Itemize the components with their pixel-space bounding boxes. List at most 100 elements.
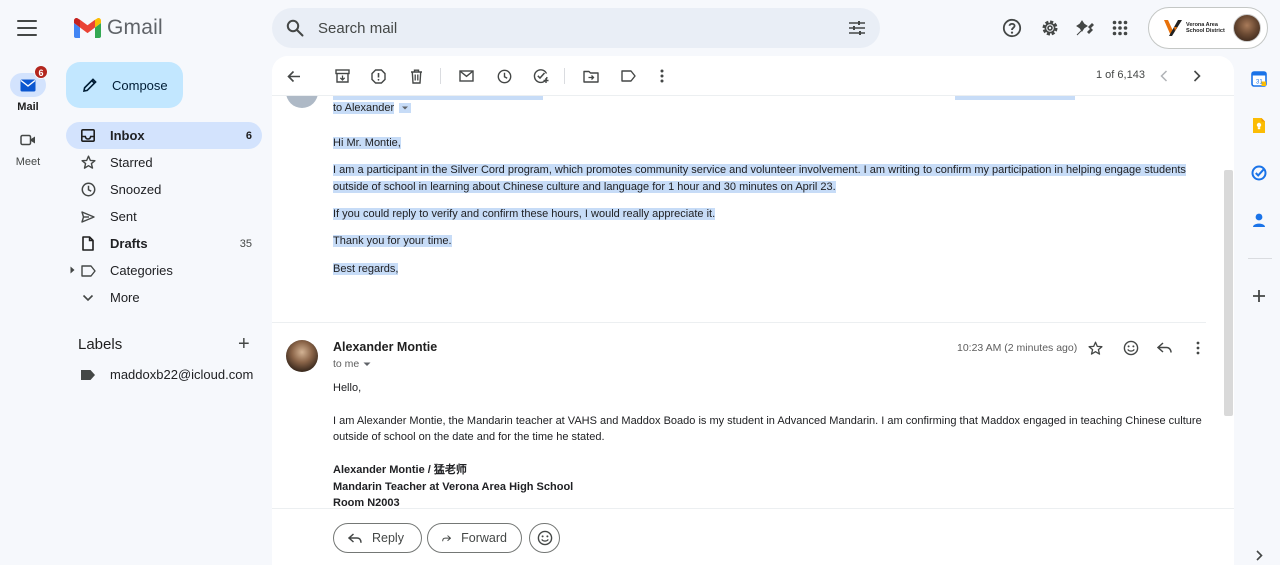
- nav-inbox[interactable]: Inbox 6: [66, 122, 262, 149]
- message-divider: [272, 322, 1206, 323]
- label-item-text: maddoxb22@icloud.com: [110, 367, 254, 382]
- more-options-button[interactable]: [652, 66, 672, 86]
- archive-button[interactable]: [332, 66, 352, 86]
- labels-button[interactable]: [618, 66, 638, 86]
- chevron-down-icon: [82, 294, 94, 301]
- sender-avatar[interactable]: [286, 340, 318, 372]
- move-to-button[interactable]: [581, 66, 601, 86]
- older-button[interactable]: [1187, 66, 1207, 86]
- keep-app-button[interactable]: [1250, 116, 1268, 134]
- message1-line: Hi Mr. Montie,: [333, 137, 401, 149]
- inbox-icon: [81, 129, 95, 142]
- label-icon: [81, 369, 95, 380]
- emoji-icon: [1123, 340, 1139, 356]
- message-view: 1 of 6,143 to Alexander Hi Mr. Montie, I…: [272, 56, 1234, 565]
- mail-unread-icon: [458, 70, 474, 82]
- toolbar-divider: [564, 68, 565, 84]
- message-more-button[interactable]: [1196, 341, 1200, 355]
- selection-highlight: [955, 96, 1075, 100]
- nav-drafts[interactable]: Drafts 35: [66, 230, 262, 257]
- search-icon[interactable]: [286, 19, 304, 37]
- details-dropdown-icon[interactable]: [399, 103, 412, 114]
- report-spam-button[interactable]: [368, 66, 388, 86]
- nav-categories[interactable]: Categories: [66, 257, 262, 284]
- district-emblem-icon: [1164, 20, 1182, 36]
- react-button[interactable]: [1123, 340, 1139, 356]
- snooze-clock-icon: [497, 69, 511, 83]
- reply-icon: [1157, 342, 1172, 353]
- inbox-count: 6: [245, 129, 252, 142]
- get-addons-button[interactable]: [1250, 287, 1268, 305]
- svg-text:31: 31: [1256, 80, 1263, 86]
- main-menu-button[interactable]: [14, 16, 40, 40]
- organization-logo: Verona Area School District: [1163, 19, 1225, 37]
- message2-body-line: I am Alexander Montie, the Mandarin teac…: [333, 415, 1202, 427]
- video-camera-icon: [20, 134, 35, 146]
- arrow-left-icon: [287, 70, 300, 82]
- nav-more[interactable]: More: [66, 284, 262, 311]
- signature-name: Alexander Montie / 猛老师: [333, 464, 467, 476]
- rail-meet[interactable]: Meet: [0, 128, 56, 168]
- help-icon: [1002, 18, 1022, 38]
- message1-recipient[interactable]: to Alexander: [333, 100, 412, 116]
- account-avatar[interactable]: [1233, 14, 1261, 42]
- label-outline-icon: [620, 70, 636, 82]
- reply-icon-button[interactable]: [1157, 342, 1172, 354]
- compose-button[interactable]: Compose: [66, 62, 183, 108]
- create-label-button[interactable]: +: [238, 334, 250, 354]
- pagination-text: 1 of 6,143: [1096, 69, 1145, 81]
- app-rail: 6 Mail Meet: [0, 0, 56, 565]
- nav-sent[interactable]: Sent: [66, 203, 262, 230]
- message1-line: I am a participant in the Silver Cord pr…: [333, 164, 1186, 176]
- add-to-tasks-button[interactable]: [531, 66, 551, 86]
- label-item[interactable]: maddoxb22@icloud.com: [66, 361, 262, 388]
- plus-icon: [1253, 290, 1265, 302]
- search-bar[interactable]: [272, 8, 880, 48]
- nav-snoozed-label: Snoozed: [110, 182, 162, 197]
- task-add-icon: [533, 69, 549, 84]
- nav-starred[interactable]: Starred: [66, 149, 262, 176]
- contacts-icon: [1253, 213, 1265, 227]
- sender-name[interactable]: Alexander Montie: [333, 340, 437, 354]
- show-side-panel-button[interactable]: [1250, 546, 1268, 564]
- rail-meet-label: Meet: [15, 156, 41, 168]
- gmail-logo[interactable]: Gmail: [74, 14, 163, 42]
- snooze-button[interactable]: [494, 66, 514, 86]
- contacts-app-button[interactable]: [1250, 211, 1268, 229]
- mark-unread-button[interactable]: [456, 66, 476, 86]
- forward-label: Forward: [461, 531, 507, 545]
- star-button[interactable]: [1088, 341, 1103, 356]
- sender-avatar[interactable]: [286, 96, 318, 108]
- delete-button[interactable]: [406, 66, 426, 86]
- calendar-app-button[interactable]: 31: [1250, 70, 1268, 88]
- more-vert-icon: [1196, 341, 1200, 355]
- star-icon: [80, 155, 96, 169]
- send-icon: [81, 210, 95, 223]
- search-options-icon[interactable]: [848, 20, 866, 36]
- forward-button[interactable]: Forward: [427, 523, 522, 553]
- expand-arrow-icon[interactable]: [70, 266, 75, 274]
- gemini-button[interactable]: [1071, 14, 1099, 42]
- newer-button[interactable]: [1154, 66, 1174, 86]
- reply-button[interactable]: Reply: [333, 523, 422, 553]
- details-dropdown-icon[interactable]: [363, 362, 371, 367]
- tasks-app-button[interactable]: [1250, 164, 1268, 182]
- account-switcher[interactable]: Verona Area School District: [1148, 7, 1268, 49]
- chevron-right-icon: [1255, 549, 1263, 561]
- message2-recipient[interactable]: to me: [333, 358, 371, 370]
- nav-drafts-label: Drafts: [110, 236, 148, 251]
- apps-button[interactable]: [1106, 14, 1134, 42]
- nav-snoozed[interactable]: Snoozed: [66, 176, 262, 203]
- archive-icon: [334, 69, 350, 83]
- back-button[interactable]: [284, 66, 304, 86]
- search-input[interactable]: [318, 19, 848, 37]
- nav-inbox-label: Inbox: [110, 128, 145, 143]
- settings-button[interactable]: [1036, 14, 1064, 42]
- emoji-react-button[interactable]: [529, 523, 560, 553]
- rail-mail[interactable]: 6 Mail: [0, 65, 56, 113]
- nav-more-label: More: [110, 290, 140, 305]
- tasks-icon: [1251, 165, 1267, 181]
- scrollbar[interactable]: [1224, 170, 1233, 416]
- labels-heading: Labels: [78, 336, 123, 353]
- help-button[interactable]: [998, 14, 1026, 42]
